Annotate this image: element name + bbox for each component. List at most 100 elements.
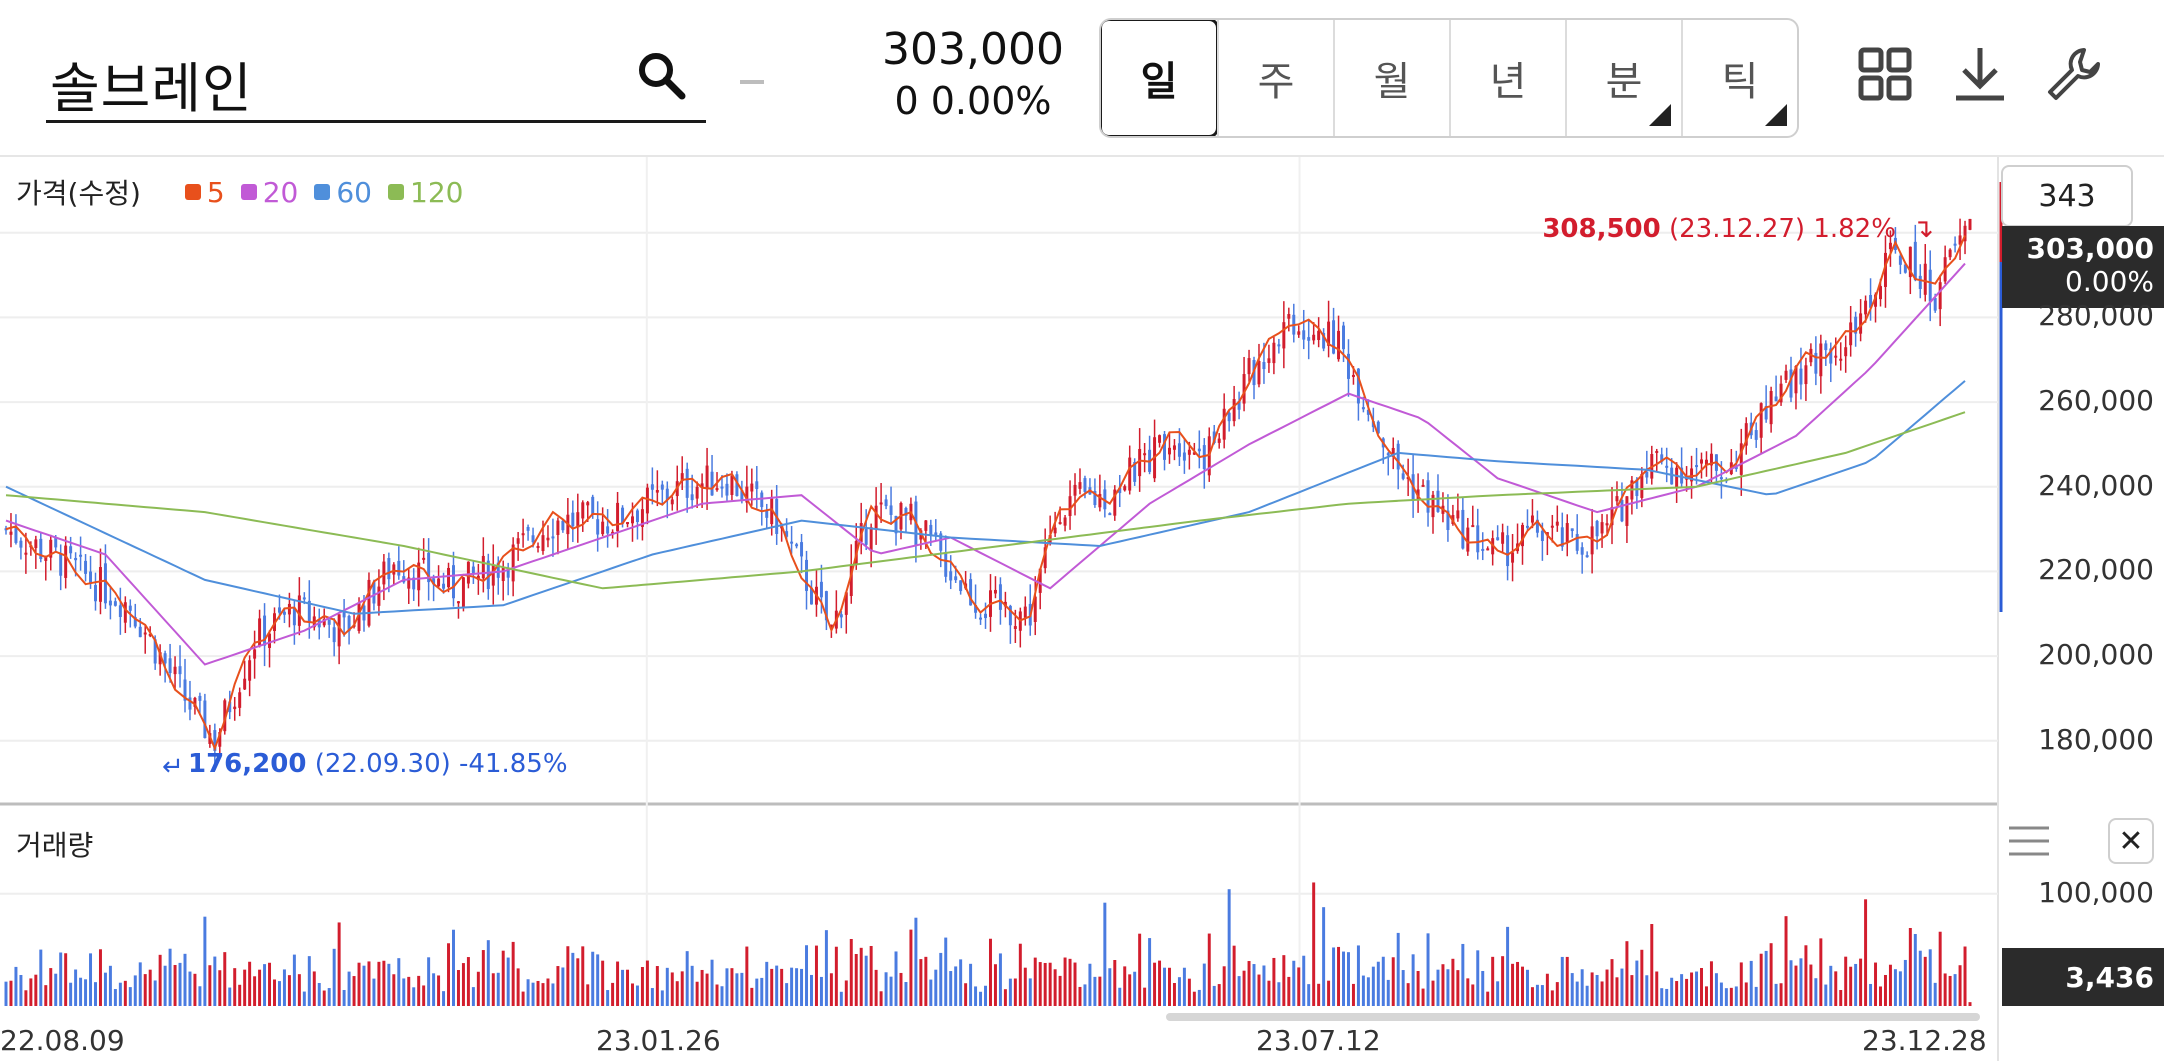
volume-bar xyxy=(1187,978,1191,1006)
volume-bar xyxy=(1182,967,1186,1006)
legend-label: 5 xyxy=(206,175,225,209)
volume-bar xyxy=(1416,970,1420,1006)
period-tab-0[interactable]: 일 xyxy=(1101,20,1219,136)
volume-bar xyxy=(1928,949,1932,1006)
hamburger-menu-icon[interactable] xyxy=(2007,824,2051,858)
price-chart[interactable]: ↵ xyxy=(0,157,2164,1061)
volume-bar xyxy=(1108,968,1112,1006)
search-icon[interactable] xyxy=(634,48,690,104)
volume-bar xyxy=(546,978,550,1006)
candle-body xyxy=(924,520,928,531)
candle-body xyxy=(1938,282,1942,310)
candle-body xyxy=(1511,552,1515,563)
volume-bar xyxy=(1630,975,1634,1006)
candle-body xyxy=(1108,513,1112,516)
volume-bar xyxy=(183,953,187,1006)
volume-bar xyxy=(1804,945,1808,1006)
high-arrow-icon: ↴ xyxy=(1912,214,1934,244)
candle-body xyxy=(1605,523,1609,526)
volume-bar xyxy=(1774,983,1778,1006)
volume-bar xyxy=(1018,943,1022,1006)
candle-body xyxy=(437,578,441,587)
volume-bar xyxy=(988,938,992,1006)
volume-bar xyxy=(1585,985,1589,1006)
volume-bar xyxy=(1640,949,1644,1006)
volume-bar xyxy=(372,978,376,1006)
candle-body xyxy=(839,614,843,618)
volume-bar xyxy=(188,971,192,1006)
volume-bar xyxy=(466,957,470,1006)
candle-body xyxy=(442,583,446,589)
volume-bar xyxy=(795,968,799,1006)
period-tab-5[interactable]: 틱 xyxy=(1681,20,1797,136)
candle-body xyxy=(1013,626,1017,629)
volume-bar xyxy=(1038,962,1042,1006)
candle-body xyxy=(9,531,13,535)
candle-body xyxy=(178,666,182,675)
volume-bar xyxy=(1879,986,1882,1006)
volume-bar xyxy=(302,991,306,1006)
candle-body xyxy=(392,564,396,575)
legend-item-ma60[interactable]: 60 xyxy=(314,176,372,209)
candle-body xyxy=(800,542,804,557)
period-tab-3[interactable]: 년 xyxy=(1449,20,1565,136)
candle-body xyxy=(1819,343,1823,377)
period-tab-1[interactable]: 주 xyxy=(1217,20,1333,136)
volume-bar xyxy=(690,965,694,1006)
volume-bar xyxy=(1525,969,1529,1006)
volume-bar xyxy=(909,929,913,1006)
candle-body xyxy=(1386,453,1390,456)
volume-bar xyxy=(1759,953,1763,1006)
volume-bar xyxy=(1481,970,1485,1006)
volume-bar xyxy=(998,953,1002,1006)
volume-bar xyxy=(248,961,252,1006)
high-detail: (23.12.27) 1.82% xyxy=(1669,214,1896,244)
candle-body xyxy=(1864,300,1868,315)
legend-swatch xyxy=(240,184,257,200)
legend-item-ma20[interactable]: 20 xyxy=(240,175,299,209)
volume-bar xyxy=(536,980,540,1006)
volume-bar xyxy=(1779,983,1783,1006)
legend-item-ma5[interactable]: 5 xyxy=(184,175,225,209)
volume-bar xyxy=(1356,945,1360,1006)
volume-bar xyxy=(173,964,177,1006)
volume-bar xyxy=(1814,978,1818,1006)
volume-bar xyxy=(342,989,346,1006)
grid-layout-icon[interactable] xyxy=(1855,44,1915,104)
download-icon[interactable] xyxy=(1950,44,2010,104)
volume-bar xyxy=(1675,981,1679,1006)
period-tab-2[interactable]: 월 xyxy=(1333,20,1449,136)
volume-bar xyxy=(427,957,431,1006)
volume-bar xyxy=(954,966,958,1006)
candle-body xyxy=(1177,443,1181,457)
legend-label: 20 xyxy=(262,175,299,209)
volume-bar xyxy=(1615,977,1619,1006)
wrench-icon[interactable] xyxy=(2044,44,2104,104)
candle-body xyxy=(516,538,520,544)
stock-search-field[interactable]: 솔브레인 xyxy=(46,40,706,123)
volume-bar xyxy=(54,973,58,1006)
candle-body xyxy=(601,521,605,535)
candle-body xyxy=(382,561,386,585)
candle-body xyxy=(695,486,699,499)
candle-body xyxy=(1232,399,1236,422)
candle-body xyxy=(461,577,465,608)
legend-item-ma120[interactable]: 120 xyxy=(388,176,463,209)
volume-bar xyxy=(606,990,610,1006)
candle-body xyxy=(233,706,237,710)
price-axis-tick: 260,000 xyxy=(2038,384,2154,418)
volume-bar xyxy=(611,982,615,1006)
candle-body xyxy=(1675,467,1679,488)
scrollbar-thumb xyxy=(1166,1013,1980,1021)
candle-count-box[interactable]: 343 xyxy=(2001,165,2133,227)
volume-bar xyxy=(59,952,63,1006)
volume-bar xyxy=(347,971,351,1006)
volume-bar xyxy=(1570,973,1574,1006)
period-tab-4[interactable]: 분 xyxy=(1565,20,1681,136)
volume-bar xyxy=(829,973,833,1006)
volume-bar xyxy=(1351,983,1355,1006)
close-volume-button[interactable]: ✕ xyxy=(2108,818,2154,864)
candle-body xyxy=(1297,331,1301,335)
volume-bar xyxy=(476,971,480,1006)
volume-bar xyxy=(1923,956,1927,1006)
